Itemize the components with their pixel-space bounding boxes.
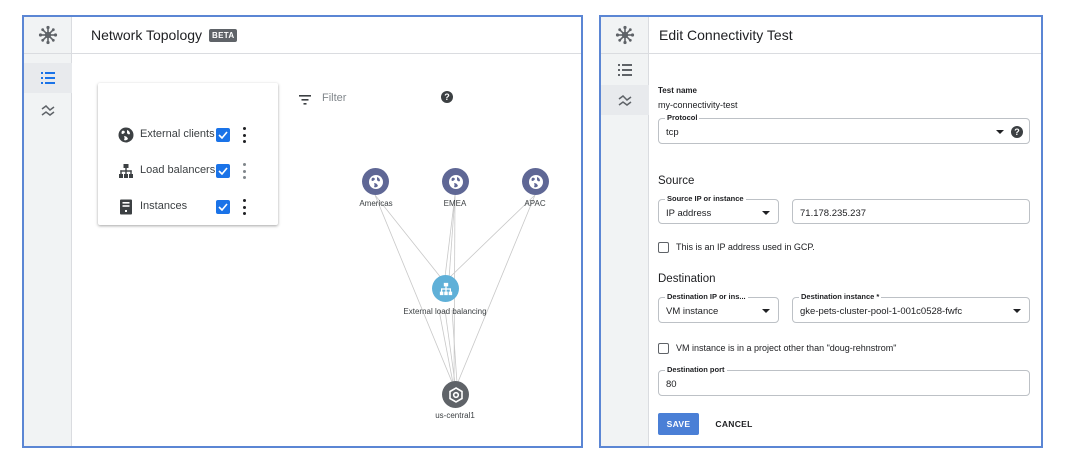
topology-view-icon[interactable] — [601, 85, 649, 115]
help-icon[interactable]: ? — [1011, 126, 1023, 138]
destination-port-value: 80 — [666, 379, 677, 390]
test-name-value: my-connectivity-test — [658, 100, 738, 110]
destination-instance-select[interactable]: Destination instance * gke-pets-cluster-… — [792, 292, 1030, 323]
protocol-label: Protocol — [665, 113, 700, 122]
chevron-down-icon — [996, 130, 1004, 134]
source-type-label: Source IP or instance — [665, 194, 746, 203]
connectivity-test-panel: Edit Connectivity Test Test name my-conn… — [599, 15, 1043, 448]
destination-type-label: Destination IP or ins... — [665, 292, 748, 301]
node-label-emea: EMEA — [443, 199, 467, 208]
source-gcp-checkbox-label: This is an IP address used in GCP. — [676, 242, 815, 252]
destination-port-input[interactable]: Destination port 80 — [658, 365, 1030, 396]
destination-port-label: Destination port — [665, 365, 727, 374]
dest-other-project-checkbox[interactable] — [658, 343, 669, 354]
source-heading: Source — [658, 175, 695, 187]
destination-instance-label: Destination instance * — [799, 292, 882, 301]
chevron-down-icon — [762, 211, 770, 215]
page-title: Edit Connectivity Test — [659, 27, 793, 43]
protocol-value: tcp — [666, 127, 679, 138]
source-type-select[interactable]: Source IP or instance IP address — [658, 194, 779, 224]
node-label-americas: Americas — [359, 199, 393, 208]
gcp-hexagon-icon — [448, 386, 463, 403]
sitemap-icon — [439, 282, 452, 295]
destination-heading: Destination — [658, 273, 716, 285]
destination-instance-value: gke-pets-cluster-pool-1-001c0528-fwfc — [800, 306, 963, 317]
chevron-down-icon — [1013, 309, 1021, 313]
region-node[interactable] — [442, 381, 469, 408]
destination-type-select[interactable]: Destination IP or ins... VM instance — [658, 292, 779, 323]
chevron-down-icon — [762, 309, 770, 313]
globe-icon — [448, 174, 463, 189]
source-type-value: IP address — [666, 208, 712, 219]
right-nav-rail — [601, 17, 649, 446]
right-header: Edit Connectivity Test — [649, 17, 1041, 54]
connectivity-test-form: Test name my-connectivity-test Protocol … — [649, 54, 1041, 446]
node-label-region: us-central1 — [435, 411, 475, 420]
globe-icon — [528, 174, 543, 189]
topology-edges — [374, 194, 536, 384]
network-topology-panel: Network Topology BETA External clients L… — [22, 15, 583, 448]
globe-icon — [368, 174, 383, 189]
protocol-select[interactable]: Protocol tcp ? — [658, 113, 1030, 144]
destination-type-value: VM instance — [666, 306, 719, 317]
save-button[interactable]: SAVE — [658, 413, 699, 435]
node-label-lb: External load balancing — [403, 307, 487, 316]
list-view-icon[interactable] — [601, 55, 649, 85]
source-gcp-checkbox[interactable] — [658, 242, 669, 253]
test-name-label: Test name — [658, 86, 697, 95]
source-ip-value: 71.178.235.237 — [800, 208, 867, 219]
dest-other-project-checkbox-label: VM instance is in a project other than "… — [676, 343, 897, 353]
globe-node-americas[interactable] — [362, 168, 389, 195]
globe-node-apac[interactable] — [522, 168, 549, 195]
source-ip-input[interactable]: 71.178.235.237 — [792, 199, 1030, 224]
globe-node-emea[interactable] — [442, 168, 469, 195]
node-label-apac: APAC — [524, 199, 546, 208]
load-balancer-node[interactable] — [432, 275, 459, 302]
cancel-button[interactable]: CANCEL — [711, 413, 757, 435]
network-hub-icon[interactable] — [601, 17, 649, 54]
